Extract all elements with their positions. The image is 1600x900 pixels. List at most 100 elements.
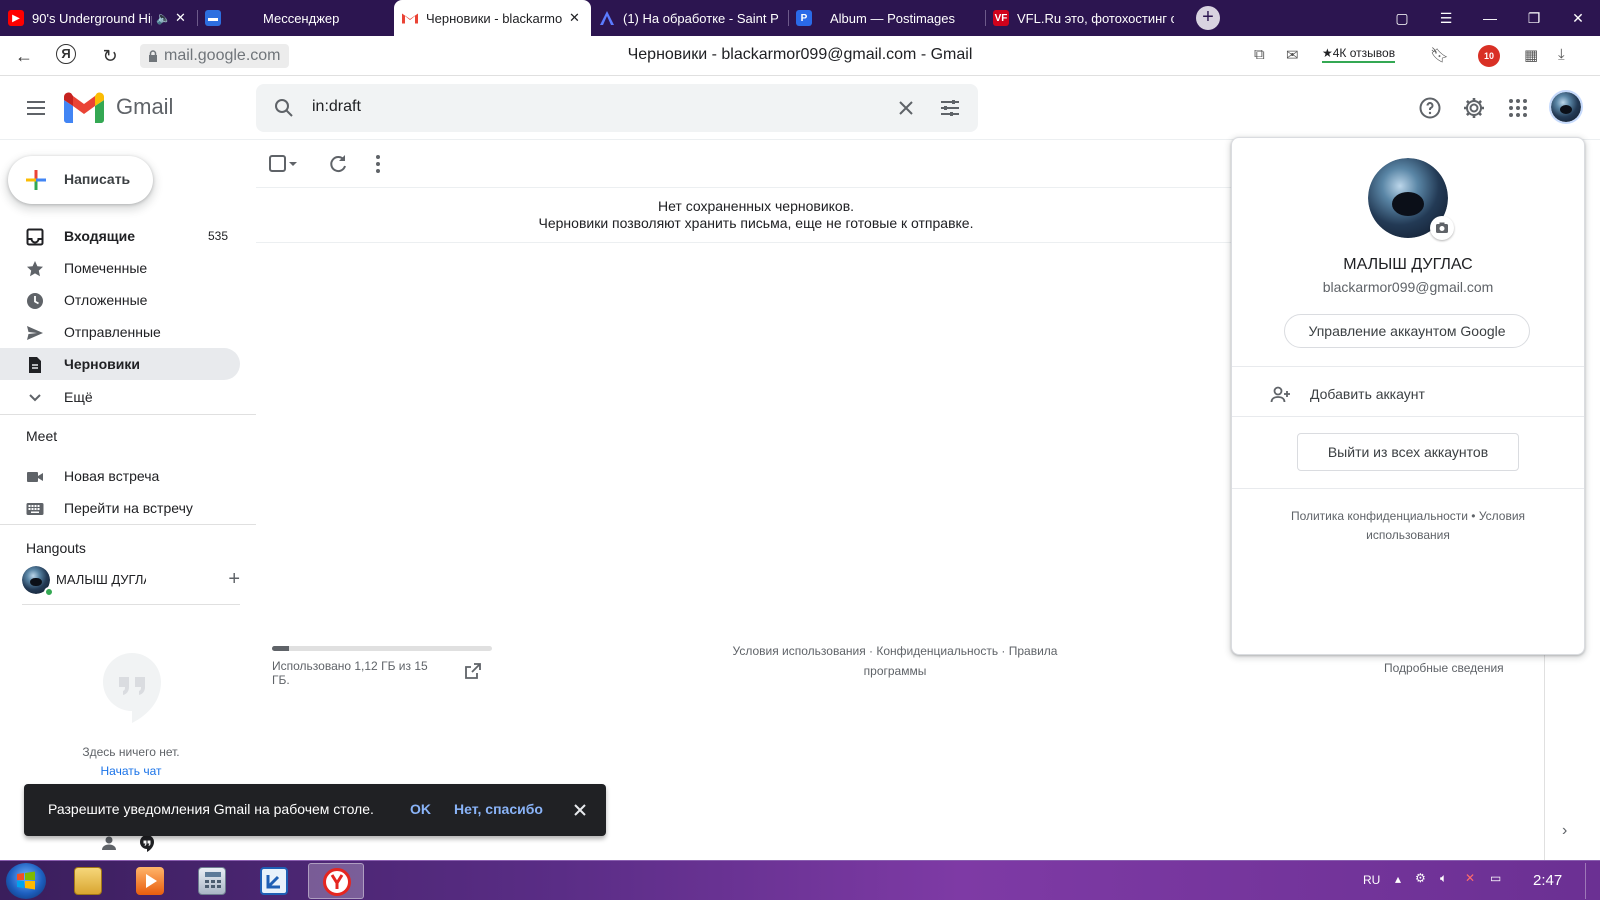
account-details-link[interactable]: Подробные сведения: [1384, 661, 1504, 675]
tab-gmail[interactable]: Черновики - blackarmo ✕: [394, 0, 591, 36]
manage-account-button[interactable]: Управление аккаунтом Google: [1284, 314, 1530, 348]
tab-youtube[interactable]: ▶ 90's Underground Hip 🔈 ✕: [0, 0, 197, 36]
folder-icon: [74, 867, 102, 895]
chevron-right-icon[interactable]: ›: [1562, 822, 1567, 840]
search-options-icon[interactable]: [938, 96, 962, 120]
sidebar-item-snoozed[interactable]: Отложенные: [0, 284, 240, 316]
show-desktop-button[interactable]: [1585, 863, 1598, 899]
sidebar-item-more[interactable]: Ещё: [0, 381, 240, 413]
gmail-logo-icon[interactable]: [64, 92, 104, 124]
extensions-icon[interactable]: ▦: [1524, 46, 1538, 64]
add-account-button[interactable]: Добавить аккаунт: [1310, 386, 1425, 402]
menu-icon[interactable]: ☰: [1424, 0, 1468, 36]
main-menu-icon[interactable]: [24, 96, 48, 120]
chevron-down-icon: [29, 394, 41, 402]
compose-plus-icon: [26, 170, 46, 190]
more-options-icon[interactable]: [366, 152, 390, 176]
taskbar-remote[interactable]: [246, 863, 302, 899]
tray-expand-icon[interactable]: ▴: [1395, 872, 1401, 886]
tab-vfl[interactable]: VF VFL.Ru это, фотохостинг с: [985, 0, 1182, 36]
help-icon[interactable]: [1418, 96, 1442, 120]
tray-app-icon[interactable]: ⚙: [1415, 871, 1426, 885]
select-dropdown-icon[interactable]: [286, 152, 300, 176]
close-icon[interactable]: [570, 800, 590, 820]
open-storage-icon[interactable]: [464, 662, 482, 680]
apps-grid-icon[interactable]: [1506, 96, 1530, 120]
sidebar-item-label: Ещё: [64, 389, 93, 405]
footer-links[interactable]: Условия использования · Конфиденциальнос…: [710, 641, 1080, 681]
sidebar-divider: [0, 524, 256, 525]
tab-postimages[interactable]: P Album — Postimages: [788, 0, 985, 36]
sidebar-item-label: Черновики: [64, 356, 141, 372]
taskbar-calculator[interactable]: [184, 863, 240, 899]
volume-icon[interactable]: 🔈︎: [1440, 871, 1447, 886]
sidebar-item-drafts[interactable]: Черновики: [0, 348, 240, 380]
sidebar-item-starred[interactable]: Помеченные: [0, 252, 240, 284]
network-error-icon[interactable]: ✕: [1465, 871, 1475, 885]
taskbar-yandex-browser[interactable]: [308, 863, 364, 899]
close-tab-icon[interactable]: ✕: [569, 10, 583, 26]
empty-drafts-title: Нет сохраненных черновиков.: [657, 198, 855, 214]
download-icon[interactable]: ⤓: [1558, 46, 1565, 63]
back-icon[interactable]: ←: [12, 44, 36, 68]
hangouts-chat-icon[interactable]: [138, 834, 156, 852]
policy-links[interactable]: Политика конфиденциальности • Условия ис…: [1252, 507, 1564, 545]
postimages-icon: P: [796, 10, 812, 26]
sidebar-item-new-meeting[interactable]: Новая встреча: [0, 460, 240, 492]
clear-search-icon[interactable]: [894, 96, 918, 120]
new-tab-button[interactable]: +: [1196, 6, 1220, 30]
hangouts-user[interactable]: МАЛЫШ ДУГЛАС +: [22, 566, 240, 597]
camera-icon[interactable]: [1430, 216, 1454, 240]
refresh-icon[interactable]: [326, 152, 350, 176]
sidebar-item-join-meeting[interactable]: Перейти на встречу: [0, 492, 240, 524]
taskbar-explorer[interactable]: [60, 863, 116, 899]
browser-tab-strip: ▶ 90's Underground Hip 🔈 ✕ ▬ Мессенджер …: [0, 0, 1600, 36]
menu-divider: [1232, 488, 1584, 489]
close-window-button[interactable]: ✕: [1556, 0, 1600, 36]
tabs-icon[interactable]: ▢: [1380, 0, 1424, 36]
minimize-button[interactable]: —: [1468, 0, 1512, 36]
speaker-icon[interactable]: 🔈: [156, 11, 171, 25]
adblock-icon[interactable]: 10: [1478, 45, 1500, 67]
bookmark-icon[interactable]: 🔖︎: [1430, 46, 1449, 64]
contacts-person-icon[interactable]: [100, 834, 118, 852]
tab-saint[interactable]: (1) На обработке - Saint P: [591, 0, 788, 36]
mail-toolbar: [256, 140, 1256, 188]
reload-icon[interactable]: ↻: [98, 44, 122, 68]
action-center-icon[interactable]: ▭: [1490, 871, 1501, 885]
start-chat-link[interactable]: Начать чат: [0, 764, 262, 778]
send-icon: [27, 326, 43, 340]
start-button[interactable]: [6, 863, 46, 899]
arrow-app-icon: [260, 867, 288, 895]
tab-messenger[interactable]: ▬ Мессенджер: [197, 0, 394, 36]
inbox-icon: [26, 228, 44, 246]
reviews-badge[interactable]: ★4К отзывов: [1322, 46, 1396, 63]
hangouts-user-name: МАЛЫШ ДУГЛАС: [56, 572, 146, 587]
account-menu: МАЛЫШ ДУГЛАС blackarmor099@gmail.com Упр…: [1231, 137, 1585, 655]
add-chat-icon[interactable]: +: [228, 568, 240, 591]
taskbar-clock[interactable]: 2:47: [1533, 872, 1562, 889]
restore-button[interactable]: ❐: [1512, 0, 1556, 36]
close-tab-icon[interactable]: ✕: [175, 10, 189, 26]
snackbar-ok-button[interactable]: OK: [410, 801, 431, 817]
language-indicator[interactable]: RU: [1363, 873, 1380, 887]
url-field[interactable]: mail.google.com: [140, 44, 289, 68]
snackbar-no-thanks-button[interactable]: Нет, спасибо: [454, 801, 543, 817]
account-avatar-button[interactable]: [1549, 90, 1583, 124]
sidebar-item-label: Новая встреча: [64, 468, 160, 484]
compose-button[interactable]: Написать: [8, 156, 153, 204]
gmail-favicon-icon: [402, 10, 418, 26]
sidebar-item-sent[interactable]: Отправленные: [0, 316, 240, 348]
search-input[interactable]: in:draft: [312, 98, 361, 116]
settings-gear-icon[interactable]: [1462, 96, 1486, 120]
tab-title: (1) На обработке - Saint P: [623, 10, 779, 26]
yandex-icon[interactable]: Я: [56, 44, 76, 64]
sidebar-item-inbox[interactable]: Входящие 535: [0, 220, 240, 252]
translate-icon[interactable]: ⧉: [1254, 46, 1265, 63]
taskbar-media-player[interactable]: [122, 863, 178, 899]
sign-out-all-button[interactable]: Выйти из всех аккаунтов: [1297, 433, 1519, 471]
search-bar[interactable]: in:draft: [256, 84, 978, 132]
mail-icon[interactable]: ✉: [1286, 46, 1299, 64]
search-icon[interactable]: [272, 96, 296, 120]
storage-progress-fill: [272, 646, 289, 651]
